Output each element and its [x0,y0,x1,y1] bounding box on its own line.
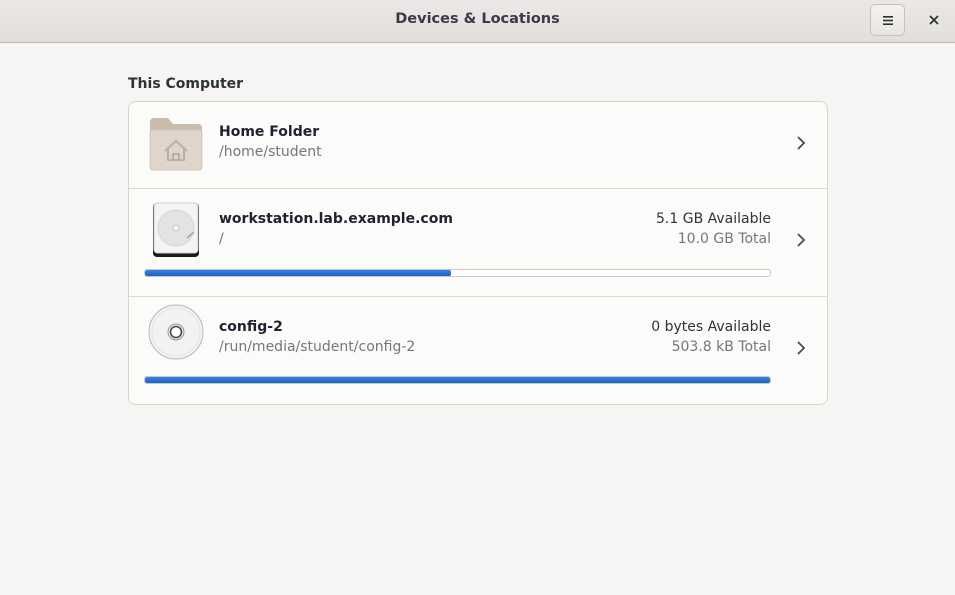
hard-drive-icon [153,202,199,257]
header-bar: Devices & Locations [0,0,955,43]
location-name: workstation.lab.example.com [219,211,453,227]
location-path: /home/student [219,144,322,160]
location-name: Home Folder [219,124,320,140]
usage-bar [144,376,771,384]
chevron-right-icon [797,341,806,355]
usage-bar [144,269,771,277]
home-folder-icon [149,118,203,171]
menu-button[interactable] [870,4,905,36]
location-path: /run/media/student/config-2 [219,339,416,355]
usage-bar-fill [145,270,452,276]
location-row-config-2[interactable]: config-2 /run/media/student/config-2 0 b… [129,297,827,404]
close-icon [929,15,939,25]
close-button[interactable] [918,4,950,36]
window-title: Devices & Locations [395,11,560,27]
hamburger-menu-icon [882,15,893,25]
location-row-workstation[interactable]: workstation.lab.example.com / 5.1 GB Ava… [129,189,827,297]
available-space: 5.1 GB Available [656,211,771,227]
location-row-home-folder[interactable]: Home Folder /home/student [129,102,827,189]
total-space: 503.8 kB Total [671,339,771,355]
locations-list: Home Folder /home/student workstation.la… [128,101,828,405]
optical-disc-icon [148,304,204,360]
available-space: 0 bytes Available [651,319,771,335]
location-name: config-2 [219,319,283,335]
chevron-right-icon [797,233,806,247]
section-label-this-computer: This Computer [128,76,244,92]
chevron-right-icon [797,136,806,150]
total-space: 10.0 GB Total [677,231,771,247]
usage-bar-fill [145,377,770,383]
location-path: / [219,231,224,247]
